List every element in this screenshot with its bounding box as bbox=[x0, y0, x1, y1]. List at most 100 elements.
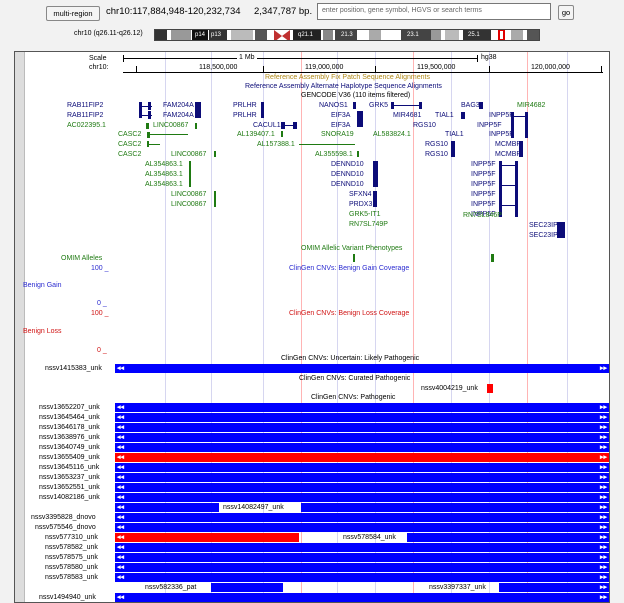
cnv-bar-8[interactable]: ◂◂ ▸▸ bbox=[115, 463, 609, 472]
benign-loss-min: 0 _ bbox=[97, 347, 107, 354]
gene-inpp5f-7[interactable]: INPP5F bbox=[471, 191, 496, 199]
gene-grk5-it1[interactable]: GRK5-IT1 bbox=[349, 211, 381, 219]
gene-rgs10-2[interactable]: RGS10 bbox=[425, 141, 448, 149]
go-button[interactable]: go bbox=[558, 5, 574, 20]
gene-al354863-3[interactable]: AL354863.1 bbox=[145, 181, 183, 189]
cnv-bar-12a[interactable]: ◂◂ bbox=[115, 503, 219, 512]
cnv-bar-12b[interactable]: ▸▸ bbox=[301, 503, 609, 512]
cnv-bar-2[interactable]: ◂◂ ▸▸ bbox=[115, 403, 609, 412]
omim-label[interactable]: OMIM Alleles bbox=[61, 255, 102, 263]
gene-casc2-3[interactable]: CASC2 bbox=[118, 151, 141, 159]
gene-inpp5f-4[interactable]: INPP5F bbox=[471, 161, 496, 169]
gene-eif3a-2[interactable]: EIF3A bbox=[331, 122, 350, 130]
track-display[interactable]: Scale chr10: 1 Mb hg38 118,500,000 119,0… bbox=[14, 51, 610, 603]
gene-dennd10-2[interactable]: DENND10 bbox=[331, 171, 364, 179]
gene-al157388[interactable]: AL157388.1 bbox=[257, 141, 295, 149]
cnv-bar-0[interactable]: ◂◂ ▸▸ bbox=[115, 364, 609, 373]
cnv-bar-18[interactable]: ◂◂ ▸▸ bbox=[115, 553, 609, 562]
cnv-bar-11[interactable]: ◂◂ ▸▸ bbox=[115, 493, 609, 502]
cnv-bar-13[interactable]: ◂◂ ▸▸ bbox=[115, 513, 609, 522]
cnv-bar-21[interactable] bbox=[211, 583, 283, 592]
gene-al354863-1[interactable]: AL354863.1 bbox=[145, 161, 183, 169]
gene-inpp5f-8[interactable]: INPP5F bbox=[471, 201, 496, 209]
gene-linc00867-3[interactable]: LINC00867 bbox=[171, 191, 206, 199]
gene-mir4682[interactable]: MIR4682 bbox=[517, 102, 545, 110]
gene-al139407[interactable]: AL139407.1 bbox=[237, 131, 275, 139]
cnv-bar-6[interactable]: ◂◂ ▸▸ bbox=[115, 443, 609, 452]
benign-gain-label[interactable]: Benign Gain bbox=[23, 282, 62, 290]
gene-inpp5f-5[interactable]: INPP5F bbox=[471, 171, 496, 179]
chromosome-ideogram[interactable]: chr10 (q26.11-q26.12) p14 p13 q21.1 21.3… bbox=[70, 28, 547, 42]
multi-region-button[interactable]: multi-region bbox=[46, 6, 100, 21]
cnv-bar-15[interactable]: ◂◂ bbox=[115, 533, 299, 542]
cnv-bar-7[interactable]: ◂◂ ▸▸ bbox=[115, 453, 609, 462]
cnv-bar-16[interactable]: ▸▸ bbox=[407, 533, 609, 542]
gene-dennd10-3[interactable]: DENND10 bbox=[331, 181, 364, 189]
gene-bag3[interactable]: BAG3 bbox=[461, 102, 480, 110]
gene-al355598[interactable]: AL355598.1 bbox=[315, 151, 353, 159]
gene-cacul1[interactable]: CACUL1 bbox=[253, 122, 281, 130]
curated-track-title[interactable]: ClinGen CNVs: Curated Pathogenic bbox=[299, 375, 410, 383]
gene-prdx3[interactable]: PRDX3 bbox=[349, 201, 372, 209]
cnv-bar-4[interactable]: ◂◂ ▸▸ bbox=[115, 423, 609, 432]
gene-casc2-2[interactable]: CASC2 bbox=[118, 141, 141, 149]
fix-patch-track-title[interactable]: Reference Assembly Fix Patch Sequence Al… bbox=[265, 74, 430, 82]
cnv-bar-14[interactable]: ◂◂ ▸▸ bbox=[115, 523, 609, 532]
benign-loss-label[interactable]: Benign Loss bbox=[23, 328, 62, 336]
gene-inpp5f-1[interactable]: INPP5F bbox=[489, 112, 514, 120]
gene-eif3a-1[interactable]: EIF3A bbox=[331, 112, 350, 120]
pathogenic-track-title[interactable]: ClinGen CNVs: Pathogenic bbox=[311, 394, 395, 402]
gene-inpp5f-2[interactable]: INPP5F bbox=[477, 122, 502, 130]
gene-snora19[interactable]: SNORA19 bbox=[321, 131, 354, 139]
gene-inpp5f-6[interactable]: INPP5F bbox=[471, 181, 496, 189]
gencode-track-title[interactable]: GENCODE V36 (110 items filtered) bbox=[301, 92, 410, 100]
cnv-bar-19[interactable]: ◂◂ ▸▸ bbox=[115, 563, 609, 572]
gene-rn7sl846p[interactable]: RN7SL846P bbox=[463, 212, 502, 220]
cnv-bar-23[interactable]: ◂◂ ▸▸ bbox=[115, 593, 609, 602]
gene-sec23ip-2[interactable]: SEC23IP bbox=[529, 232, 558, 240]
gene-nanos1[interactable]: NANOS1 bbox=[319, 102, 348, 110]
search-input[interactable]: enter position, gene symbol, HGVS or sea… bbox=[317, 3, 551, 20]
gene-prlhr-2[interactable]: PRLHR bbox=[233, 112, 257, 120]
cnv-label-1: nssv4004219_unk bbox=[421, 385, 478, 392]
gene-fam204a-2[interactable]: FAM204A bbox=[163, 112, 194, 120]
gene-al583824[interactable]: AL583824.1 bbox=[373, 131, 411, 139]
gene-ac022395[interactable]: AC022395.1 bbox=[67, 122, 106, 130]
gene-tial1-1[interactable]: TIAL1 bbox=[435, 112, 454, 120]
gene-rn7sl749p[interactable]: RN7SL749P bbox=[349, 221, 388, 229]
cnv-bar-20[interactable]: ◂◂ ▸▸ bbox=[115, 573, 609, 582]
gene-rgs10-1[interactable]: RGS10 bbox=[413, 122, 436, 130]
gene-rgs10-3[interactable]: RGS10 bbox=[425, 151, 448, 159]
gene-grk5[interactable]: GRK5 bbox=[369, 102, 388, 110]
cnv-bar-22[interactable]: ▸▸ bbox=[499, 583, 609, 592]
uncertain-track-title[interactable]: ClinGen CNVs: Uncertain: Likely Pathogen… bbox=[281, 355, 419, 363]
benign-gain-title[interactable]: ClinGen CNVs: Benign Gain Coverage bbox=[289, 265, 409, 273]
cnv-bar-5[interactable]: ◂◂ ▸▸ bbox=[115, 433, 609, 442]
gene-linc00867-1[interactable]: LINC00867 bbox=[153, 122, 188, 130]
cnv-bar-17[interactable]: ◂◂ ▸▸ bbox=[115, 543, 609, 552]
gene-sec23ip-1[interactable]: SEC23IP bbox=[529, 222, 558, 230]
gene-mcmbp-1[interactable]: MCMBP bbox=[495, 141, 521, 149]
cnv-label-15: nssv577310_unk bbox=[45, 534, 98, 541]
cnv-bar-9[interactable]: ◂◂ ▸▸ bbox=[115, 473, 609, 482]
gene-sfxn4[interactable]: SFXN4 bbox=[349, 191, 372, 199]
alt-haplotype-track-title[interactable]: Reference Assembly Alternate Haplotype S… bbox=[245, 83, 442, 91]
cnv-bar-10[interactable]: ◂◂ ▸▸ bbox=[115, 483, 609, 492]
gene-rab11fip2-1[interactable]: RAB11FIP2 bbox=[67, 102, 103, 110]
gene-fam204a-1[interactable]: FAM204A bbox=[163, 102, 194, 110]
gene-inpp5f-3[interactable]: INPP5F bbox=[489, 131, 514, 139]
gene-al354863-2[interactable]: AL354863.1 bbox=[145, 171, 183, 179]
gene-mcmbp-2[interactable]: MCMBP bbox=[495, 151, 521, 159]
gene-prlhr-1[interactable]: PRLHR bbox=[233, 102, 257, 110]
omim-track-title[interactable]: OMIM Allelic Variant Phenotypes bbox=[301, 245, 402, 253]
gene-tial1-2[interactable]: TIAL1 bbox=[445, 131, 464, 139]
cnv-bar-3[interactable]: ◂◂ ▸▸ bbox=[115, 413, 609, 422]
cnv-bar-1[interactable] bbox=[487, 384, 493, 393]
benign-loss-title[interactable]: ClinGen CNVs: Benign Loss Coverage bbox=[289, 310, 409, 318]
gene-mir4681[interactable]: MIR4681 bbox=[393, 112, 421, 120]
gene-linc00867-2[interactable]: LINC00867 bbox=[171, 151, 206, 159]
gene-linc00867-4[interactable]: LINC00867 bbox=[171, 201, 206, 209]
gene-rab11fip2-2[interactable]: RAB11FIP2 bbox=[67, 112, 103, 120]
gene-dennd10-1[interactable]: DENND10 bbox=[331, 161, 364, 169]
gene-casc2-1[interactable]: CASC2 bbox=[118, 131, 141, 139]
